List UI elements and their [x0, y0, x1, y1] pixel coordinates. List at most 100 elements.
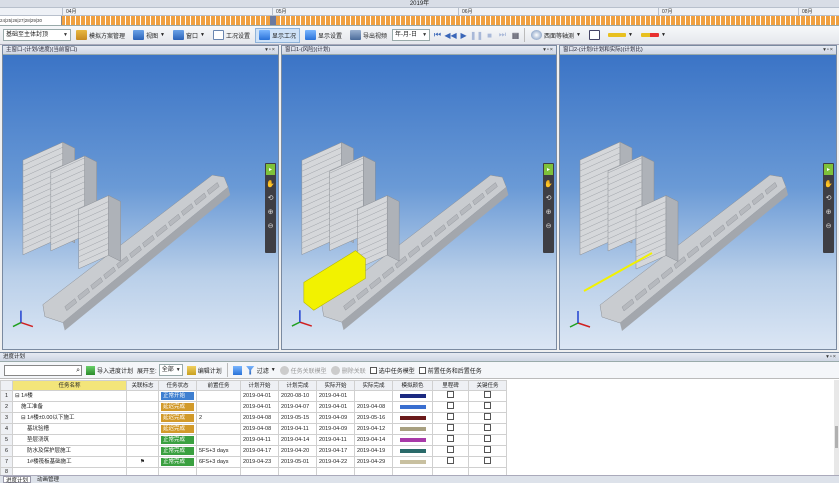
task-name-cell[interactable]: 1#楼筏板基础施工: [12, 456, 127, 468]
checkbox[interactable]: [484, 457, 491, 464]
layout-button[interactable]: [586, 28, 603, 43]
sim-color-cell[interactable]: [392, 390, 433, 402]
show-work-button[interactable]: 显示工况: [254, 27, 300, 43]
plan-start-cell[interactable]: 2019-04-08: [240, 423, 279, 435]
checkbox[interactable]: [447, 413, 454, 420]
checkbox[interactable]: [447, 435, 454, 442]
hand-icon[interactable]: ✋: [266, 178, 275, 189]
predecessor-cell[interactable]: [196, 423, 241, 435]
task-status-cell[interactable]: 延迟完成: [158, 412, 197, 424]
actual-start-cell[interactable]: 2019-04-09: [316, 412, 355, 424]
relation-flag-cell[interactable]: [126, 423, 159, 435]
play-icon[interactable]: ▶: [458, 30, 469, 41]
zoom-in-icon[interactable]: ⊕: [266, 206, 275, 217]
zoom-out-icon[interactable]: ⊖: [544, 220, 553, 231]
remove-relation-button[interactable]: 删除关联: [330, 365, 366, 375]
orbit-icon[interactable]: ⟲: [824, 192, 833, 203]
predecessor-cell[interactable]: 2: [196, 412, 241, 424]
task-search-input[interactable]: ⌕: [4, 364, 82, 376]
predecessor-cell[interactable]: 5FS+3 days: [196, 445, 241, 457]
plan-start-cell[interactable]: 2019-04-01: [240, 401, 279, 413]
actual-start-cell[interactable]: 2019-04-01: [316, 401, 355, 413]
grid-icon[interactable]: ▦: [510, 30, 521, 41]
actual-finish-cell[interactable]: 2019-04-08: [354, 401, 393, 413]
column-header[interactable]: 前置任务: [196, 380, 241, 391]
task-name-cell[interactable]: 基坑验槽: [12, 423, 127, 435]
select-task-model-toggle[interactable]: 选中任务模型: [369, 366, 415, 375]
key-task-cell[interactable]: [468, 390, 507, 402]
key-task-cell[interactable]: [468, 401, 507, 413]
actual-finish-cell[interactable]: 2019-05-16: [354, 412, 393, 424]
predecessor-cell[interactable]: [196, 390, 241, 402]
relation-flag-cell[interactable]: [126, 412, 159, 424]
task-status-cell[interactable]: 延迟完成: [158, 401, 197, 413]
column-header[interactable]: 计划开始: [240, 380, 279, 391]
window-controls-icon[interactable]: ▾▫×: [265, 46, 276, 55]
checkbox[interactable]: [484, 391, 491, 398]
table-vertical-scrollbar[interactable]: [834, 380, 839, 476]
column-header[interactable]: 任务状态: [158, 380, 197, 391]
task-name-cell[interactable]: 施工准备: [12, 401, 127, 413]
view-button[interactable]: 视图 ▼: [130, 28, 168, 43]
key-task-cell[interactable]: [468, 434, 507, 446]
actual-start-cell[interactable]: 2019-04-11: [316, 434, 355, 446]
table-row[interactable]: 1 ⊟ 1#楼 正常开始 2019-04-01 2020-08-10 2019-04-01: [0, 390, 507, 402]
highlight-color-button[interactable]: ▼: [638, 28, 669, 43]
milestone-cell[interactable]: [432, 434, 469, 446]
milestone-cell[interactable]: [432, 423, 469, 435]
select-mode-icon[interactable]: ▸: [266, 164, 275, 175]
plan-finish-cell[interactable]: 2019-05-01: [278, 456, 317, 468]
plan-finish-cell[interactable]: 2019-04-07: [278, 401, 317, 413]
plan-start-cell[interactable]: 2019-04-17: [240, 445, 279, 457]
actual-start-cell[interactable]: 2019-04-22: [316, 456, 355, 468]
checkbox[interactable]: [369, 366, 377, 374]
row-number[interactable]: 3: [0, 412, 13, 424]
row-number[interactable]: 5: [0, 434, 13, 446]
relation-flag-cell[interactable]: [126, 401, 159, 413]
checkbox[interactable]: [484, 435, 491, 442]
hand-icon[interactable]: ✋: [824, 178, 833, 189]
display-settings-button[interactable]: 显示设置: [302, 28, 345, 43]
timeline-ruler[interactable]: 2019年 04月 05月 06月 07月 08月 24|25|26|27|28…: [0, 0, 839, 26]
row-number[interactable]: 2: [0, 401, 13, 413]
task-name-cell[interactable]: ⊟ 1#楼: [12, 390, 127, 402]
plan-start-cell[interactable]: 2019-04-23: [240, 456, 279, 468]
actual-finish-cell[interactable]: 2019-04-19: [354, 445, 393, 457]
calendar-button[interactable]: [232, 365, 242, 375]
column-header[interactable]: 任务名称: [12, 380, 127, 391]
task-relate-model-button[interactable]: 任务关联模型: [279, 365, 327, 375]
window-controls-icon[interactable]: ▾▫×: [826, 353, 837, 362]
edit-plan-button[interactable]: 编辑计划: [186, 365, 222, 375]
checkbox[interactable]: [484, 446, 491, 453]
window-controls-icon[interactable]: ▾▫×: [543, 46, 554, 55]
checkbox[interactable]: [447, 457, 454, 464]
checkbox[interactable]: [447, 446, 454, 453]
view-direction-button[interactable]: 西面等轴测 ▼: [528, 28, 584, 43]
pre-post-task-toggle[interactable]: 前置任务和后置任务: [418, 366, 482, 375]
sim-color-cell[interactable]: [392, 423, 433, 435]
table-row[interactable]: 2 施工准备 延迟完成 2019-04-01 2019-04-07 2019-04-01 2…: [0, 401, 507, 413]
actual-finish-cell[interactable]: 2019-04-12: [354, 423, 393, 435]
column-header[interactable]: 实际完成: [354, 380, 393, 391]
row-number[interactable]: 1: [0, 390, 13, 402]
actual-start-cell[interactable]: 2019-04-01: [316, 390, 355, 402]
orbit-icon[interactable]: ⟲: [266, 192, 275, 203]
viewport-3d-canvas[interactable]: ▸ ✋ ⟲ ⊕ ⊖: [560, 55, 836, 349]
row-number[interactable]: 6: [0, 445, 13, 457]
table-row[interactable]: 7 1#楼筏板基础施工 ⚑ 正常完成 6FS+3 days 2019-04-23 2019-…: [0, 456, 507, 468]
skip-start-icon[interactable]: ⏮: [432, 30, 443, 41]
window-button[interactable]: 窗口 ▼: [170, 28, 208, 43]
viewport-window-1[interactable]: 窗口1-(风险)(计划) ▾▫× ▸ ✋ ⟲ ⊕ ⊖: [281, 45, 557, 350]
viewport-window-2[interactable]: 窗口2-(计划/计划和实际)(计划比) ▾▫× ▸ ✋ ⟲ ⊕ ⊖: [559, 45, 837, 350]
column-header[interactable]: 关联标志: [126, 380, 159, 391]
date-format-select[interactable]: 年-月-日 ▼: [392, 29, 431, 41]
predecessor-cell[interactable]: [196, 434, 241, 446]
tab-schedule[interactable]: 进度计划: [3, 476, 32, 483]
table-row[interactable]: 4 基坑验槽 延迟完成 2019-04-08 2019-04-11 2019-04-09 2…: [0, 423, 507, 435]
plan-start-cell[interactable]: 2019-04-01: [240, 390, 279, 402]
table-row[interactable]: 3 ⊟ 1#楼±0.00以下施工 延迟完成 2 2019-04-08 2019-05-15…: [0, 412, 507, 424]
relation-flag-cell[interactable]: [126, 434, 159, 446]
predecessor-cell[interactable]: [196, 401, 241, 413]
actual-finish-cell[interactable]: 2019-04-29: [354, 456, 393, 468]
column-header[interactable]: 关键任务: [468, 380, 507, 391]
